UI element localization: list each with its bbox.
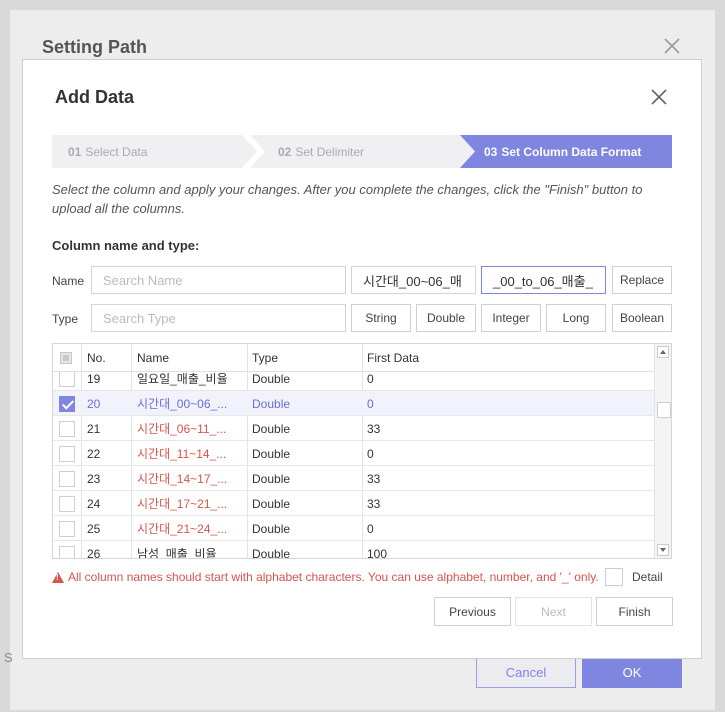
next-button[interactable]: Next xyxy=(515,597,592,626)
row-first-data: 0 xyxy=(367,446,374,461)
row-checkbox[interactable] xyxy=(59,446,75,462)
row-type: Double xyxy=(252,471,291,486)
header-first-data: First Data xyxy=(367,351,420,365)
row-type: Double xyxy=(252,372,291,386)
table-header: No. Name Type First Data xyxy=(53,344,654,372)
row-first-data: 0 xyxy=(367,372,374,386)
row-checkbox[interactable] xyxy=(59,496,75,512)
header-name: Name xyxy=(137,351,170,365)
dialog-title: Add Data xyxy=(55,87,135,107)
search-type-input[interactable]: Search Type xyxy=(91,304,346,332)
select-all-checkbox[interactable] xyxy=(60,352,72,364)
table-row[interactable]: 19 일요일_매출_비율 Double 0 xyxy=(53,372,654,391)
validation-warning: All column names should start with alpha… xyxy=(52,570,599,584)
row-column-name[interactable]: 남성_매출_비율 xyxy=(137,541,243,558)
row-first-data: 33 xyxy=(367,496,381,511)
setting-path-title: Setting Path xyxy=(42,37,148,57)
replace-button[interactable]: Replace xyxy=(612,266,672,294)
row-checkbox[interactable] xyxy=(59,471,75,487)
row-first-data: 0 xyxy=(367,396,374,411)
row-first-data: 33 xyxy=(367,471,381,486)
row-type: Double xyxy=(252,496,291,511)
row-first-data: 100 xyxy=(367,546,388,559)
table-row[interactable]: 20 시간대_00~06_... Double 0 xyxy=(53,391,654,416)
row-type: Double xyxy=(252,446,291,461)
step-progress: 01 Select Data 02 Set Delimiter 03 Set Colu… xyxy=(52,135,672,168)
scroll-up-icon[interactable] xyxy=(657,346,669,358)
side-text: S xyxy=(4,650,13,665)
step-select-data: 01 Select Data xyxy=(52,135,257,168)
close-icon[interactable] xyxy=(650,88,668,106)
row-checkbox[interactable] xyxy=(59,396,75,412)
find-text-input[interactable]: 시간대_00~06_매 xyxy=(351,266,476,294)
row-column-name[interactable]: 시간대_21~24_... xyxy=(137,516,243,541)
column-table: No. Name Type First Data 19 일요일_매출_비율 Doub… xyxy=(52,343,672,559)
row-number: 22 xyxy=(87,446,101,461)
detail-label: Detail xyxy=(632,570,663,584)
row-column-name[interactable]: 시간대_11~14_... xyxy=(137,441,243,466)
name-label: Name xyxy=(52,274,85,288)
scroll-thumb[interactable] xyxy=(657,402,671,418)
scroll-down-icon[interactable] xyxy=(657,544,669,556)
table-scrollbar[interactable] xyxy=(654,344,671,558)
search-name-input[interactable]: Search Name xyxy=(91,266,346,294)
row-number: 26 xyxy=(87,546,101,559)
warning-icon xyxy=(52,571,64,583)
row-column-name[interactable]: 시간대_17~21_... xyxy=(137,491,243,516)
row-type: Double xyxy=(252,421,291,436)
add-data-dialog: Add Data 01 Select Data 02 Set Delimiter 0… xyxy=(22,59,702,659)
step-set-delimiter: 02 Set Delimiter xyxy=(250,135,476,168)
table-row[interactable]: 21 시간대_06~11_... Double 33 xyxy=(53,416,654,441)
table-row[interactable]: 23 시간대_14~17_... Double 33 xyxy=(53,466,654,491)
row-number: 25 xyxy=(87,521,101,536)
row-column-name[interactable]: 시간대_00~06_... xyxy=(137,391,243,416)
table-row[interactable]: 26 남성_매출_비율 Double 100 xyxy=(53,541,654,559)
previous-button[interactable]: Previous xyxy=(434,597,511,626)
row-type: Double xyxy=(252,546,291,559)
step-set-column-format: 03 Set Column Data Format xyxy=(460,135,672,168)
row-type: Double xyxy=(252,396,291,411)
row-column-name[interactable]: 일요일_매출_비율 xyxy=(137,372,243,391)
detail-checkbox[interactable] xyxy=(605,568,623,586)
row-number: 21 xyxy=(87,421,101,436)
warning-text: All column names should start with alpha… xyxy=(68,570,599,584)
row-column-name[interactable]: 시간대_06~11_... xyxy=(137,416,243,441)
replace-text-input[interactable]: _00_to_06_매출_ xyxy=(481,266,606,294)
section-title: Column name and type: xyxy=(52,238,200,253)
cancel-button[interactable]: Cancel xyxy=(476,656,576,688)
row-checkbox[interactable] xyxy=(59,521,75,537)
table-body: 19 일요일_매출_비율 Double 0 20 시간대_00~06_... Double 0… xyxy=(53,372,654,559)
row-number: 20 xyxy=(87,396,101,411)
table-row[interactable]: 25 시간대_21~24_... Double 0 xyxy=(53,516,654,541)
row-first-data: 33 xyxy=(367,421,381,436)
row-checkbox[interactable] xyxy=(59,372,75,387)
type-string-button[interactable]: String xyxy=(351,304,411,332)
type-double-button[interactable]: Double xyxy=(416,304,476,332)
row-first-data: 0 xyxy=(367,521,374,536)
type-long-button[interactable]: Long xyxy=(546,304,606,332)
header-no: No. xyxy=(87,351,106,365)
instructions-text: Select the column and apply your changes… xyxy=(52,182,643,216)
type-boolean-button[interactable]: Boolean xyxy=(612,304,672,332)
type-integer-button[interactable]: Integer xyxy=(481,304,541,332)
table-row[interactable]: 24 시간대_17~21_... Double 33 xyxy=(53,491,654,516)
close-icon[interactable] xyxy=(663,37,681,55)
header-type: Type xyxy=(252,351,279,365)
ok-button[interactable]: OK xyxy=(582,656,682,688)
row-type: Double xyxy=(252,521,291,536)
row-number: 19 xyxy=(87,372,101,386)
row-checkbox[interactable] xyxy=(59,421,75,437)
row-number: 23 xyxy=(87,471,101,486)
type-label: Type xyxy=(52,312,79,326)
row-checkbox[interactable] xyxy=(59,546,75,558)
finish-button[interactable]: Finish xyxy=(596,597,673,626)
row-number: 24 xyxy=(87,496,101,511)
row-column-name[interactable]: 시간대_14~17_... xyxy=(137,466,243,491)
table-row[interactable]: 22 시간대_11~14_... Double 0 xyxy=(53,441,654,466)
